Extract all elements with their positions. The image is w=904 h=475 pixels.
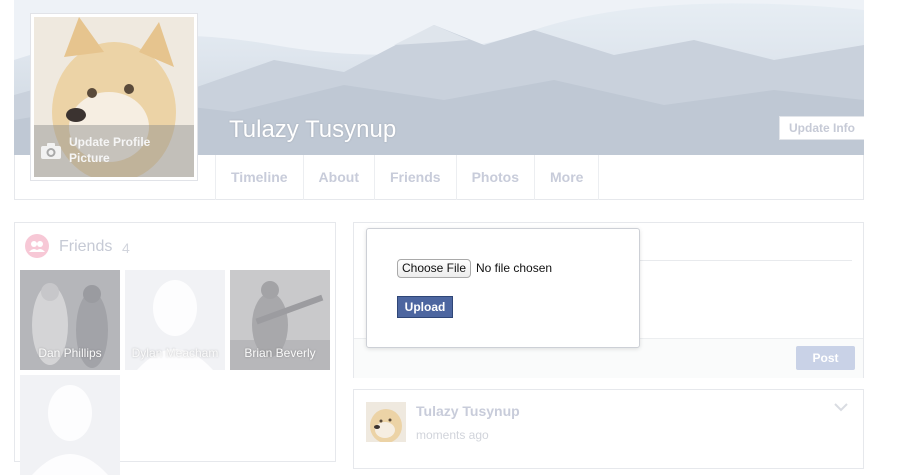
friend-tile-dylan-meacham[interactable]: Dylan Meacham [125,270,225,370]
tab-timeline[interactable]: Timeline [215,155,303,200]
friend-tile-brian-beverly[interactable]: Brian Beverly [230,270,330,370]
friends-title[interactable]: Friends [59,238,112,256]
file-status-text: No file chosen [476,261,553,275]
post-author-avatar[interactable] [366,402,406,442]
update-picture-label: Update Profile Picture [69,135,151,165]
post-author-name[interactable]: Tulazy Tusynup [416,403,520,419]
post-timestamp[interactable]: moments ago [416,428,489,442]
friend-name: Dan Phillips [38,346,102,360]
update-info-button[interactable]: Update Info [779,116,864,140]
post-button[interactable]: Post [796,346,855,370]
profile-page: Tulazy Tusynup Update Info Timeline Abou… [0,0,904,475]
friends-icon [25,234,49,258]
upload-dialog [366,228,640,348]
profile-name: Tulazy Tusynup [229,116,397,143]
tab-about[interactable]: About [302,155,374,200]
update-picture-overlay[interactable]: Update Profile Picture [34,125,194,177]
friends-count: 4 [122,240,130,256]
upload-button[interactable]: Upload [397,296,453,318]
default-avatar-image [20,375,120,475]
composer-divider [640,260,852,261]
tab-photos[interactable]: Photos [455,155,534,200]
friend-name: Dylan Meacham [131,346,219,360]
choose-file-button[interactable]: Choose File [397,259,471,278]
camera-icon [41,143,61,159]
doge-thumbnail [366,402,406,442]
friend-tile-dan-phillips[interactable]: Dan Phillips [20,270,120,370]
profile-picture[interactable]: Update Profile Picture [34,17,194,177]
tab-friends[interactable]: Friends [373,155,456,200]
profile-tabs: Timeline About Friends Photos More [215,155,600,200]
friend-name: Brian Beverly [244,346,316,360]
friend-tile-4[interactable] [20,375,120,475]
chevron-down-icon[interactable] [833,402,849,412]
tab-more[interactable]: More [534,155,600,200]
